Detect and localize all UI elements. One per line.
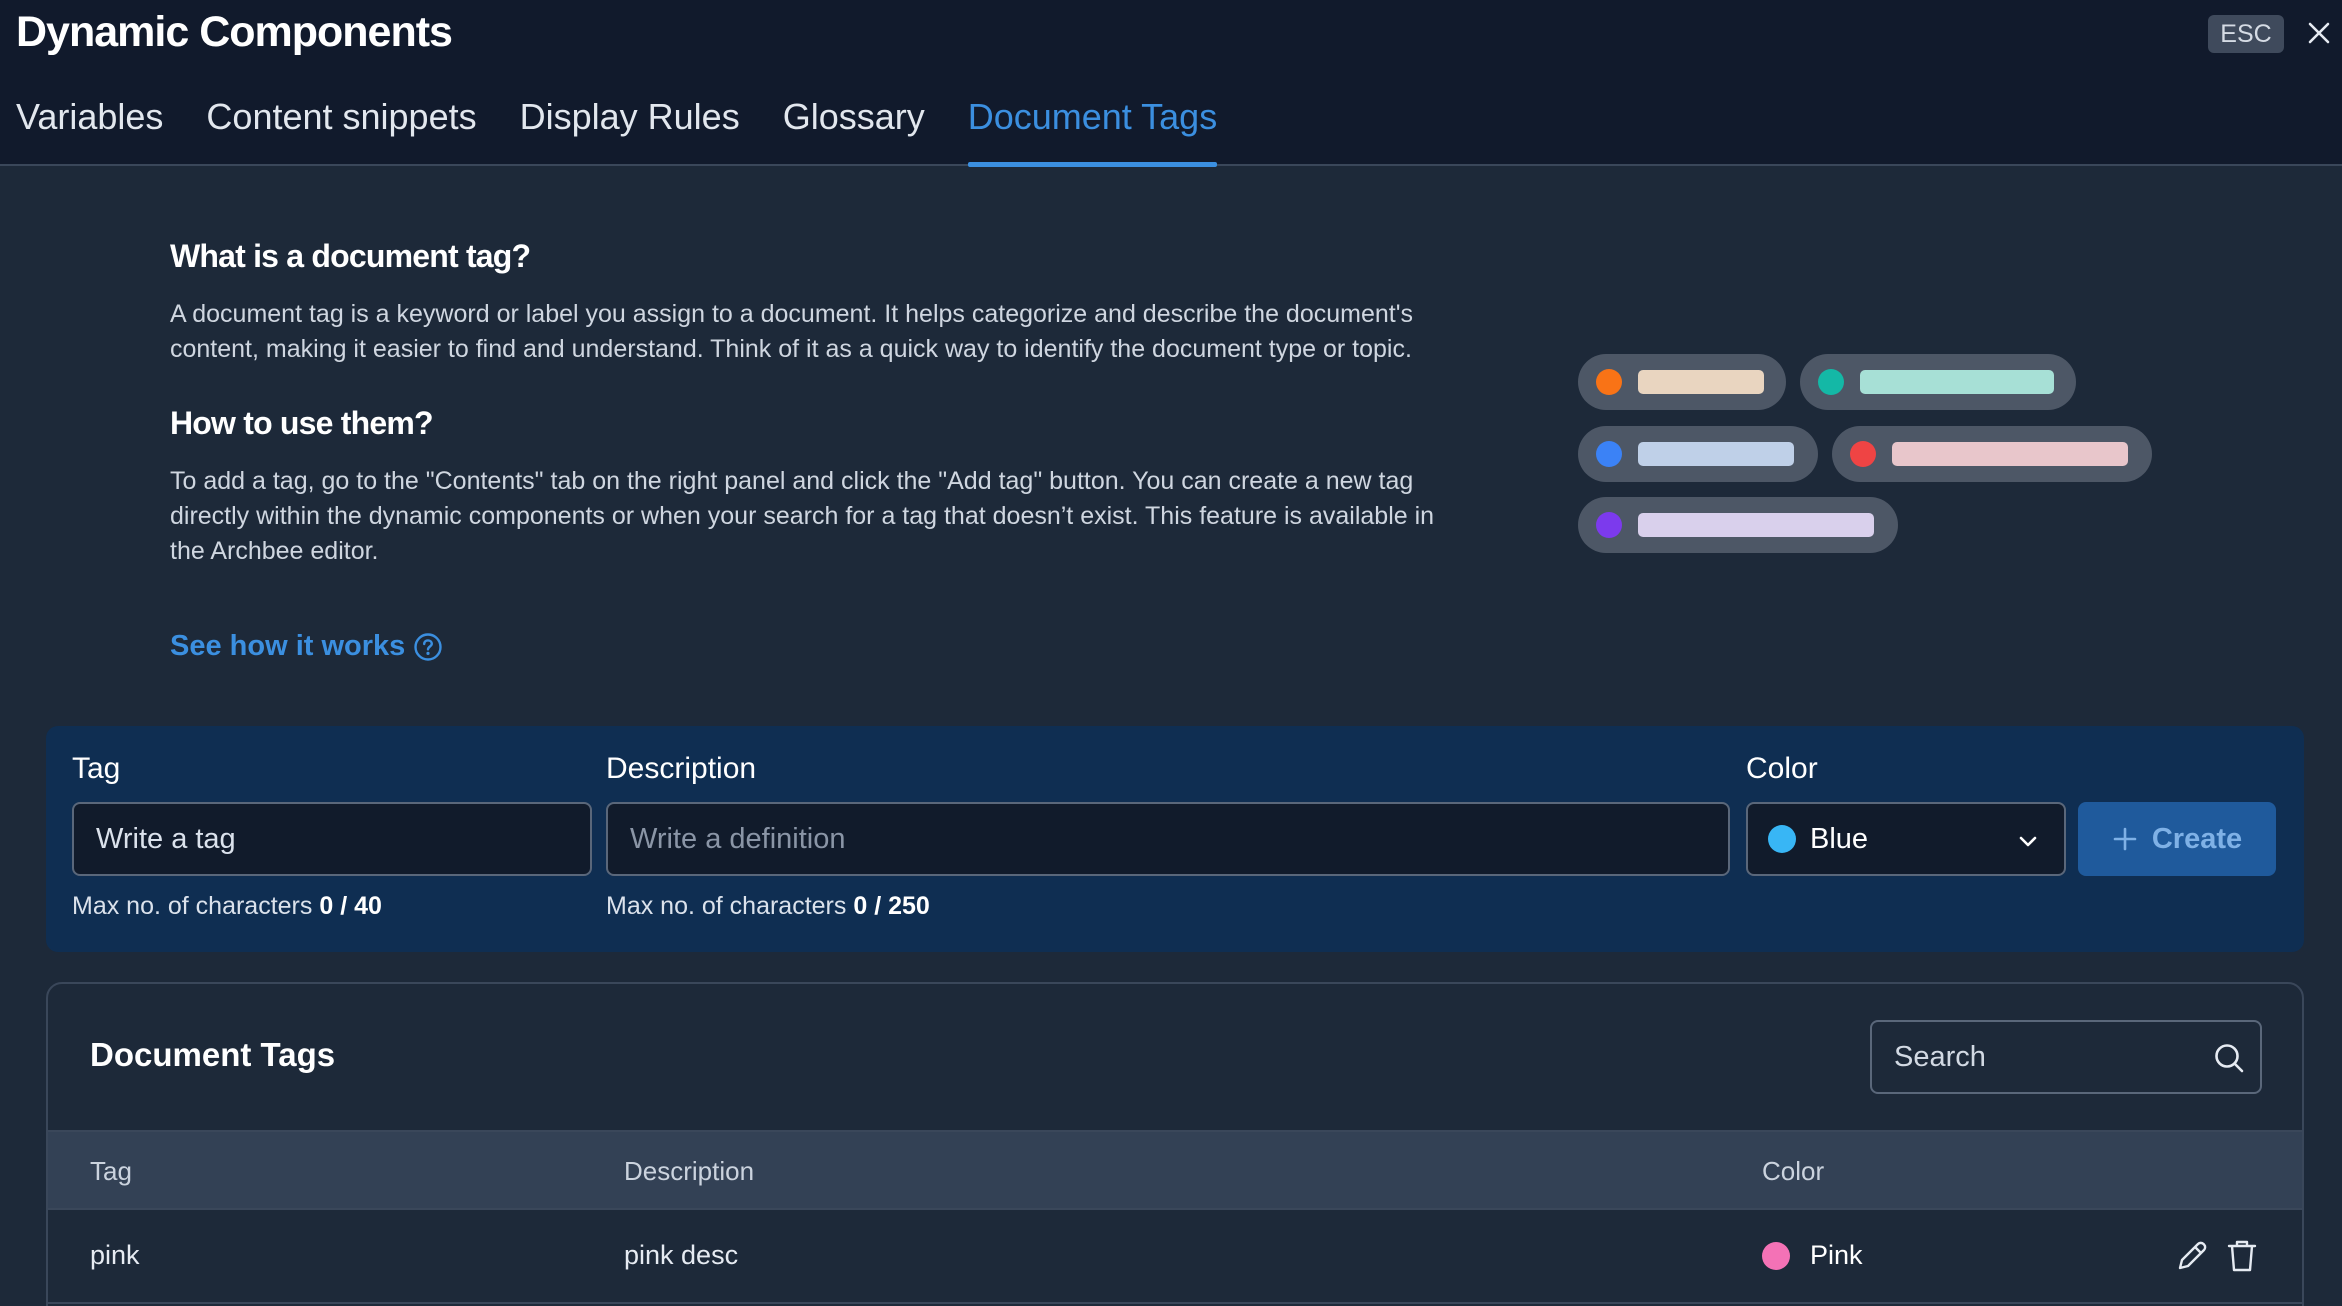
illustration-bar bbox=[1860, 370, 2054, 394]
search-icon[interactable] bbox=[2212, 1041, 2246, 1075]
column-header-color: Color bbox=[1762, 1156, 1825, 1186]
column-header-description: Description bbox=[624, 1156, 755, 1186]
table-header: Tag Description Color bbox=[48, 1130, 2302, 1210]
illustration-pill bbox=[1578, 497, 1898, 553]
tag-input[interactable]: Write a tag bbox=[72, 802, 592, 876]
info-heading-how: How to use them? bbox=[170, 405, 434, 441]
description-input[interactable]: Write a definition bbox=[606, 802, 1730, 876]
illustration-pill bbox=[1832, 426, 2152, 482]
illustration-dot bbox=[1596, 512, 1622, 538]
create-button[interactable]: Create bbox=[2078, 802, 2276, 876]
delete-trash-icon[interactable] bbox=[2226, 1238, 2258, 1274]
app-title: Dynamic Components bbox=[16, 8, 453, 56]
illustration-pill bbox=[1800, 354, 2076, 410]
esc-badge[interactable]: ESC bbox=[2208, 15, 2284, 53]
illustration-pill bbox=[1578, 354, 1786, 410]
see-how-link-label: See how it works bbox=[170, 630, 406, 662]
tab-document-tags[interactable]: Document Tags bbox=[967, 92, 1218, 167]
search-input[interactable]: Search bbox=[1870, 1020, 2262, 1094]
description-hint-text: Max no. of characters bbox=[606, 892, 847, 920]
illustration-dot bbox=[1596, 441, 1622, 467]
illustration-dot bbox=[1818, 369, 1844, 395]
description-char-hint: Max no. of characters 0 / 250 bbox=[606, 892, 930, 921]
create-button-label: Create bbox=[2151, 822, 2243, 855]
info-paragraph-how: To add a tag, go to the "Contents" tab o… bbox=[170, 467, 1435, 565]
row-tag: pink bbox=[90, 1240, 140, 1270]
info-heading-what: What is a document tag? bbox=[170, 238, 531, 274]
table-row: pink pink desc Pink bbox=[48, 1210, 2302, 1304]
color-select[interactable]: Blue bbox=[1746, 802, 2066, 876]
tab-content-snippets[interactable]: Content snippets bbox=[206, 92, 476, 166]
tag-label: Tag bbox=[72, 752, 121, 785]
info-section: What is a document tag? A document tag i… bbox=[170, 238, 1470, 569]
color-label: Color bbox=[1746, 752, 1818, 785]
document-tags-table-card: Document Tags Search Tag Description Col… bbox=[46, 982, 2304, 1306]
chevron-down-icon bbox=[2016, 828, 2040, 861]
tag-hint-count: 0 / 40 bbox=[319, 892, 382, 920]
tab-variables[interactable]: Variables bbox=[16, 92, 163, 166]
tab-display-rules[interactable]: Display Rules bbox=[520, 92, 740, 166]
illustration-pill bbox=[1578, 426, 1818, 482]
close-icon[interactable] bbox=[2302, 16, 2336, 50]
illustration-bar bbox=[1892, 442, 2128, 466]
tag-char-hint: Max no. of characters 0 / 40 bbox=[72, 892, 382, 921]
illustration-dot bbox=[1596, 369, 1622, 395]
see-how-it-works-link[interactable]: See how it works bbox=[170, 630, 443, 663]
plus-icon bbox=[2112, 826, 2138, 852]
table-title: Document Tags bbox=[90, 1036, 336, 1073]
info-paragraph-what: A document tag is a keyword or label you… bbox=[170, 300, 1413, 363]
illustration-bar bbox=[1638, 513, 1874, 537]
create-tag-panel: Tag Write a tag Max no. of characters 0 … bbox=[46, 726, 2304, 952]
column-header-tag: Tag bbox=[90, 1156, 132, 1186]
row-color-swatch bbox=[1762, 1241, 1790, 1270]
search-placeholder: Search bbox=[1894, 1040, 1986, 1073]
illustration-bar bbox=[1638, 370, 1764, 394]
tag-hint-text: Max no. of characters bbox=[72, 892, 313, 920]
help-circle-icon bbox=[413, 632, 443, 662]
description-label: Description bbox=[606, 752, 757, 785]
illustration-dot bbox=[1850, 441, 1876, 467]
color-swatch bbox=[1768, 825, 1796, 853]
color-select-value: Blue bbox=[1810, 822, 1869, 855]
header: Dynamic Components ESC Variables Content… bbox=[0, 0, 2342, 167]
edit-pencil-icon[interactable] bbox=[2174, 1238, 2210, 1274]
illustration-bar bbox=[1638, 442, 1794, 466]
description-hint-count: 0 / 250 bbox=[853, 892, 930, 920]
row-color: Pink bbox=[1762, 1240, 1863, 1271]
row-description: pink desc bbox=[624, 1240, 739, 1270]
tab-glossary[interactable]: Glossary bbox=[783, 92, 925, 166]
tab-bar: Variables Content snippets Display Rules… bbox=[16, 92, 1260, 167]
row-color-label: Pink bbox=[1810, 1240, 1863, 1270]
